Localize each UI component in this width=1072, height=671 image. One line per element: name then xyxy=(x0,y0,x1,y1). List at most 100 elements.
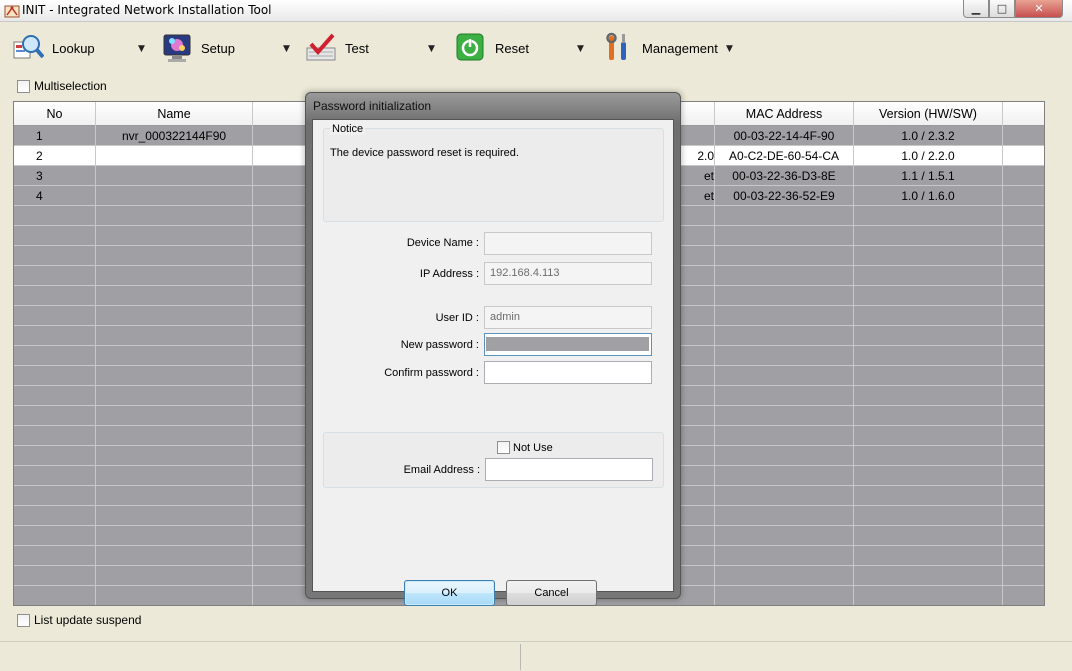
cell-name xyxy=(96,466,253,486)
power-reset-icon xyxy=(456,33,484,61)
notice-legend: Notice xyxy=(330,123,366,135)
toolbar-test-label: Test xyxy=(345,40,369,56)
not-use-checkbox[interactable]: Not Use xyxy=(494,441,553,454)
cell-version xyxy=(854,526,1003,546)
email-address-field[interactable] xyxy=(485,458,653,481)
cell-no xyxy=(14,246,96,266)
close-button[interactable]: ✕ xyxy=(1015,0,1063,18)
status-bar xyxy=(0,641,1072,671)
toolbar: Lookup ▼ Setup ▼ Test ▼ Reset ▼ Manageme… xyxy=(0,22,1072,76)
cell-name xyxy=(96,386,253,406)
cell-no xyxy=(14,566,96,586)
notice-group: Notice The device password reset is requ… xyxy=(323,123,664,222)
ip-address-field[interactable]: 192.168.4.113 xyxy=(484,262,652,285)
column-header-no[interactable]: No xyxy=(14,102,96,126)
cell-mac xyxy=(715,466,854,486)
cell-no xyxy=(14,266,96,286)
new-password-label: New password : xyxy=(400,339,479,351)
management-dropdown-arrow[interactable]: ▼ xyxy=(726,44,733,54)
column-header-name[interactable]: Name xyxy=(96,102,253,126)
toolbar-setup[interactable]: Setup xyxy=(161,32,235,64)
cell-mac: 00-03-22-36-D3-8E xyxy=(715,166,854,186)
cell-mac xyxy=(715,566,854,586)
column-header-mac[interactable]: MAC Address xyxy=(715,102,854,126)
dialog-body: Notice The device password reset is requ… xyxy=(312,119,674,606)
cell-version xyxy=(854,206,1003,226)
cell-version xyxy=(854,586,1003,605)
cell-mac xyxy=(715,526,854,546)
toolbar-management[interactable]: Management xyxy=(602,32,718,64)
multiselection-label: Multiselection xyxy=(34,79,107,93)
cell-mac xyxy=(715,206,854,226)
new-password-field[interactable] xyxy=(484,333,652,356)
cell-name xyxy=(96,566,253,586)
test-dropdown-arrow[interactable]: ▼ xyxy=(428,44,435,54)
reset-dropdown-arrow[interactable]: ▼ xyxy=(577,44,584,54)
list-update-suspend-checkbox[interactable]: List update suspend xyxy=(13,613,141,627)
cell-version xyxy=(854,546,1003,566)
cell-version xyxy=(854,306,1003,326)
column-header-version[interactable]: Version (HW/SW) xyxy=(854,102,1003,126)
cell-no xyxy=(14,386,96,406)
minimize-button[interactable]: ▁ xyxy=(963,0,989,18)
cancel-button[interactable]: Cancel xyxy=(506,580,597,606)
cell-version xyxy=(854,286,1003,306)
email-group: Not Use Email Address : xyxy=(323,432,664,488)
cell-mac xyxy=(715,366,854,386)
toolbar-lookup-label: Lookup xyxy=(52,40,95,56)
ok-button[interactable]: OK xyxy=(404,580,495,606)
not-use-checkbox-box[interactable] xyxy=(497,441,510,454)
cell-name xyxy=(96,426,253,446)
cell-name xyxy=(96,266,253,286)
cell-version xyxy=(854,326,1003,346)
confirm-password-field[interactable] xyxy=(484,361,652,384)
cell-version xyxy=(854,386,1003,406)
toolbar-reset[interactable]: Reset xyxy=(455,32,529,64)
cell-version xyxy=(854,426,1003,446)
cell-name xyxy=(96,306,253,326)
cell-version xyxy=(854,566,1003,586)
lookup-dropdown-arrow[interactable]: ▼ xyxy=(138,44,145,54)
cell-name xyxy=(96,226,253,246)
cell-no: 1 xyxy=(14,126,96,146)
multiselection-checkbox-box[interactable] xyxy=(17,79,30,93)
device-name-field[interactable] xyxy=(484,232,652,255)
toolbar-test[interactable]: Test xyxy=(305,32,369,64)
cell-version xyxy=(854,366,1003,386)
user-id-label: User ID : xyxy=(435,312,479,324)
app-logo-icon xyxy=(4,5,20,18)
new-password-selection xyxy=(486,337,649,351)
toolbar-lookup[interactable]: Lookup xyxy=(12,32,95,64)
cell-mac xyxy=(715,346,854,366)
setup-dropdown-arrow[interactable]: ▼ xyxy=(283,44,290,54)
toolbar-reset-label: Reset xyxy=(495,40,529,56)
list-update-suspend-box[interactable] xyxy=(17,613,30,627)
user-id-field[interactable]: admin xyxy=(484,306,652,329)
cell-name xyxy=(96,186,253,206)
cell-mac xyxy=(715,446,854,466)
cell-name xyxy=(96,366,253,386)
settings-monitor-icon xyxy=(163,34,191,62)
not-use-label: Not Use xyxy=(513,441,553,454)
cell-mac xyxy=(715,226,854,246)
multiselection-checkbox[interactable]: Multiselection xyxy=(13,79,107,93)
cell-version xyxy=(854,406,1003,426)
cell-mac xyxy=(715,306,854,326)
cell-no: 4 xyxy=(14,186,96,206)
email-address-label: Email Address : xyxy=(403,464,480,476)
cell-no xyxy=(14,306,96,326)
tools-wrench-icon xyxy=(606,32,626,60)
cell-version xyxy=(854,346,1003,366)
cell-version xyxy=(854,466,1003,486)
cell-name xyxy=(96,586,253,605)
window-title: INIT - Integrated Network Installation T… xyxy=(22,3,272,17)
notice-text: The device password reset is required. xyxy=(330,147,519,159)
cell-mac xyxy=(715,426,854,446)
maximize-button[interactable]: □ xyxy=(989,0,1015,18)
cell-name xyxy=(96,206,253,226)
password-init-dialog: Password initialization Notice The devic… xyxy=(305,92,681,606)
cell-name xyxy=(96,246,253,266)
cell-mac xyxy=(715,546,854,566)
cell-mac xyxy=(715,246,854,266)
cell-name xyxy=(96,326,253,346)
